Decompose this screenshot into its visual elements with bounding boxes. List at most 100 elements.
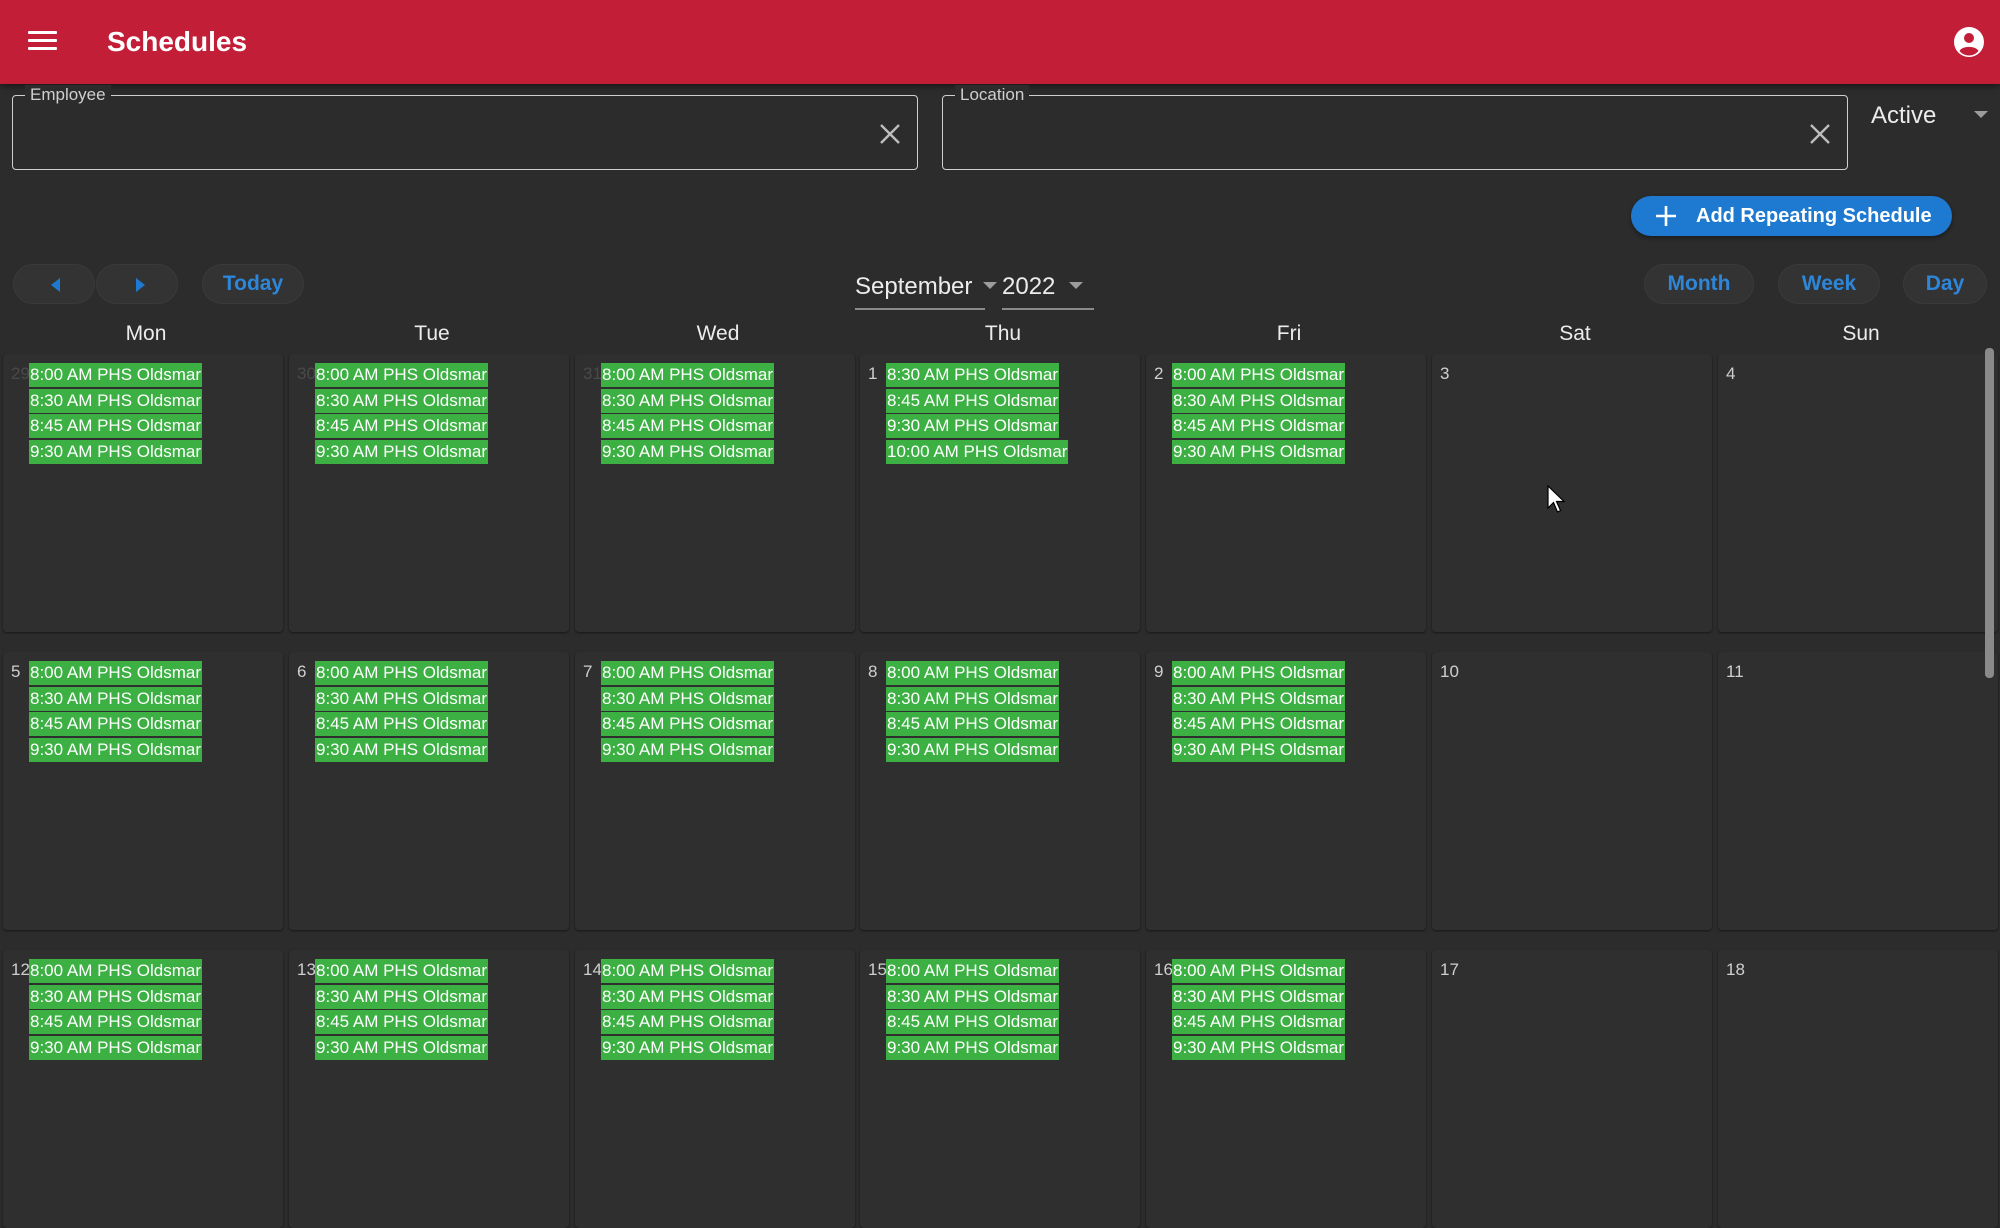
view-day-button[interactable]: Day bbox=[1903, 264, 1987, 304]
schedule-event[interactable]: 8:00 AM PHS Oldsmar bbox=[29, 661, 203, 685]
schedule-event[interactable]: 8:30 AM PHS Oldsmar bbox=[886, 686, 1060, 711]
schedule-event[interactable]: 8:30 AM PHS Oldsmar bbox=[315, 388, 489, 413]
schedule-event[interactable]: 8:30 AM PHS Oldsmar bbox=[601, 388, 775, 413]
schedule-event[interactable]: 8:45 AM PHS Oldsmar bbox=[315, 712, 489, 736]
schedule-event[interactable]: 8:00 AM PHS Oldsmar bbox=[601, 959, 775, 983]
day-cell[interactable]: 2 8:00 AM PHS Oldsmar 8:30 AM PHS Oldsmar 8… bbox=[1146, 354, 1426, 632]
schedule-event[interactable]: 8:30 AM PHS Oldsmar bbox=[1172, 984, 1346, 1009]
schedule-event[interactable]: 8:00 AM PHS Oldsmar bbox=[315, 959, 489, 983]
schedule-event[interactable]: 9:30 AM PHS Oldsmar bbox=[886, 414, 1060, 438]
schedule-event[interactable]: 8:00 AM PHS Oldsmar bbox=[1172, 363, 1346, 387]
schedule-event[interactable]: 8:45 AM PHS Oldsmar bbox=[1172, 712, 1346, 736]
schedule-event[interactable]: 9:30 AM PHS Oldsmar bbox=[886, 737, 1060, 762]
day-cell[interactable]: 9 8:00 AM PHS Oldsmar 8:30 AM PHS Oldsmar 8… bbox=[1146, 652, 1426, 930]
schedule-event[interactable]: 8:45 AM PHS Oldsmar bbox=[601, 1010, 775, 1034]
schedule-event[interactable]: 8:45 AM PHS Oldsmar bbox=[601, 414, 775, 438]
schedule-event[interactable]: 8:45 AM PHS Oldsmar bbox=[315, 1010, 489, 1034]
schedule-event[interactable]: 8:30 AM PHS Oldsmar bbox=[29, 984, 203, 1009]
schedule-event[interactable]: 9:30 AM PHS Oldsmar bbox=[1172, 439, 1346, 464]
day-cell[interactable]: 11 bbox=[1718, 652, 1998, 930]
schedule-event[interactable]: 8:00 AM PHS Oldsmar bbox=[29, 363, 203, 387]
day-cell[interactable]: 16 8:00 AM PHS Oldsmar 8:30 AM PHS Oldsmar… bbox=[1146, 950, 1426, 1228]
schedule-event[interactable]: 9:30 AM PHS Oldsmar bbox=[1172, 737, 1346, 762]
day-cell[interactable]: 6 8:00 AM PHS Oldsmar 8:30 AM PHS Oldsmar 8… bbox=[289, 652, 569, 930]
schedule-event[interactable]: 9:30 AM PHS Oldsmar bbox=[315, 439, 489, 464]
schedule-event[interactable]: 8:45 AM PHS Oldsmar bbox=[886, 1010, 1060, 1034]
schedule-event[interactable]: 8:00 AM PHS Oldsmar bbox=[315, 661, 489, 685]
day-cell[interactable]: 5 8:00 AM PHS Oldsmar 8:30 AM PHS Oldsmar 8… bbox=[3, 652, 283, 930]
employee-input[interactable] bbox=[27, 118, 855, 152]
day-cell[interactable]: 30 8:00 AM PHS Oldsmar 8:30 AM PHS Oldsmar… bbox=[289, 354, 569, 632]
schedule-event[interactable]: 9:30 AM PHS Oldsmar bbox=[601, 439, 775, 464]
schedule-event[interactable]: 8:45 AM PHS Oldsmar bbox=[315, 414, 489, 438]
day-cell[interactable]: 3 bbox=[1432, 354, 1712, 632]
next-button[interactable] bbox=[96, 264, 178, 304]
today-button[interactable]: Today bbox=[202, 264, 304, 304]
location-input[interactable] bbox=[957, 118, 1785, 152]
schedule-event[interactable]: 8:45 AM PHS Oldsmar bbox=[886, 388, 1060, 413]
day-cell[interactable]: 31 8:00 AM PHS Oldsmar 8:30 AM PHS Oldsmar… bbox=[575, 354, 855, 632]
schedule-event[interactable]: 8:30 AM PHS Oldsmar bbox=[601, 686, 775, 711]
schedule-event[interactable]: 8:30 AM PHS Oldsmar bbox=[1172, 388, 1346, 413]
schedule-event[interactable]: 9:30 AM PHS Oldsmar bbox=[1172, 1035, 1346, 1060]
schedule-event[interactable]: 8:30 AM PHS Oldsmar bbox=[315, 686, 489, 711]
day-cell[interactable]: 8 8:00 AM PHS Oldsmar 8:30 AM PHS Oldsmar 8… bbox=[860, 652, 1140, 930]
schedule-event[interactable]: 8:30 AM PHS Oldsmar bbox=[886, 363, 1060, 387]
schedule-event[interactable]: 10:00 AM PHS Oldsmar bbox=[886, 439, 1069, 464]
schedule-event[interactable]: 8:30 AM PHS Oldsmar bbox=[29, 388, 203, 413]
schedule-event[interactable]: 8:45 AM PHS Oldsmar bbox=[29, 414, 203, 438]
schedule-event[interactable]: 9:30 AM PHS Oldsmar bbox=[601, 737, 775, 762]
close-icon[interactable] bbox=[1807, 121, 1833, 147]
day-cell[interactable]: 10 bbox=[1432, 652, 1712, 930]
previous-button[interactable] bbox=[13, 264, 95, 304]
day-cell[interactable]: 12 8:00 AM PHS Oldsmar 8:30 AM PHS Oldsmar… bbox=[3, 950, 283, 1228]
schedule-event[interactable]: 8:45 AM PHS Oldsmar bbox=[1172, 1010, 1346, 1034]
schedule-event[interactable]: 8:00 AM PHS Oldsmar bbox=[601, 363, 775, 387]
year-select[interactable]: 2022 bbox=[1002, 270, 1094, 310]
location-field[interactable]: Location bbox=[942, 85, 1848, 170]
schedule-event[interactable]: 9:30 AM PHS Oldsmar bbox=[29, 1035, 203, 1060]
menu-icon[interactable] bbox=[28, 30, 58, 54]
schedule-event[interactable]: 8:45 AM PHS Oldsmar bbox=[1172, 414, 1346, 438]
day-cell[interactable]: 29 8:00 AM PHS Oldsmar 8:30 AM PHS Oldsmar… bbox=[3, 354, 283, 632]
schedule-event[interactable]: 8:00 AM PHS Oldsmar bbox=[1172, 959, 1346, 983]
day-cell[interactable]: 18 bbox=[1718, 950, 1998, 1228]
schedule-event[interactable]: 9:30 AM PHS Oldsmar bbox=[29, 439, 203, 464]
schedule-event[interactable]: 8:45 AM PHS Oldsmar bbox=[29, 1010, 203, 1034]
status-select[interactable]: Active bbox=[1870, 102, 1990, 138]
schedule-event[interactable]: 9:30 AM PHS Oldsmar bbox=[886, 1035, 1060, 1060]
schedule-event[interactable]: 8:00 AM PHS Oldsmar bbox=[886, 959, 1060, 983]
schedule-event[interactable]: 8:00 AM PHS Oldsmar bbox=[886, 661, 1060, 685]
month-select[interactable]: September bbox=[855, 270, 997, 310]
employee-field[interactable]: Employee bbox=[12, 85, 918, 170]
day-cell[interactable]: 1 8:30 AM PHS Oldsmar 8:45 AM PHS Oldsmar 9… bbox=[860, 354, 1140, 632]
scrollbar[interactable] bbox=[1985, 348, 1994, 678]
view-week-button[interactable]: Week bbox=[1778, 264, 1880, 304]
schedule-event[interactable]: 8:30 AM PHS Oldsmar bbox=[29, 686, 203, 711]
schedule-event[interactable]: 8:00 AM PHS Oldsmar bbox=[29, 959, 203, 983]
schedule-event[interactable]: 8:30 AM PHS Oldsmar bbox=[601, 984, 775, 1009]
schedule-event[interactable]: 8:00 AM PHS Oldsmar bbox=[315, 363, 489, 387]
account-circle-icon[interactable] bbox=[1953, 26, 1985, 58]
schedule-event[interactable]: 8:45 AM PHS Oldsmar bbox=[29, 712, 203, 736]
day-cell[interactable]: 15 8:00 AM PHS Oldsmar 8:30 AM PHS Oldsmar… bbox=[860, 950, 1140, 1228]
add-repeating-schedule-button[interactable]: Add Repeating Schedule bbox=[1631, 196, 1952, 236]
schedule-event[interactable]: 8:30 AM PHS Oldsmar bbox=[315, 984, 489, 1009]
schedule-event[interactable]: 9:30 AM PHS Oldsmar bbox=[601, 1035, 775, 1060]
schedule-event[interactable]: 8:30 AM PHS Oldsmar bbox=[1172, 686, 1346, 711]
schedule-event[interactable]: 9:30 AM PHS Oldsmar bbox=[315, 1035, 489, 1060]
schedule-event[interactable]: 8:00 AM PHS Oldsmar bbox=[1172, 661, 1346, 685]
view-month-button[interactable]: Month bbox=[1644, 264, 1754, 304]
close-icon[interactable] bbox=[877, 121, 903, 147]
day-cell[interactable]: 13 8:00 AM PHS Oldsmar 8:30 AM PHS Oldsmar… bbox=[289, 950, 569, 1228]
schedule-event[interactable]: 8:30 AM PHS Oldsmar bbox=[886, 984, 1060, 1009]
schedule-event[interactable]: 8:45 AM PHS Oldsmar bbox=[886, 712, 1060, 736]
schedule-event[interactable]: 9:30 AM PHS Oldsmar bbox=[29, 737, 203, 762]
schedule-event[interactable]: 9:30 AM PHS Oldsmar bbox=[315, 737, 489, 762]
schedule-event[interactable]: 8:45 AM PHS Oldsmar bbox=[601, 712, 775, 736]
day-cell[interactable]: 17 bbox=[1432, 950, 1712, 1228]
schedule-event[interactable]: 8:00 AM PHS Oldsmar bbox=[601, 661, 775, 685]
day-cell[interactable]: 7 8:00 AM PHS Oldsmar 8:30 AM PHS Oldsmar 8… bbox=[575, 652, 855, 930]
day-cell[interactable]: 4 bbox=[1718, 354, 1998, 632]
day-cell[interactable]: 14 8:00 AM PHS Oldsmar 8:30 AM PHS Oldsmar… bbox=[575, 950, 855, 1228]
